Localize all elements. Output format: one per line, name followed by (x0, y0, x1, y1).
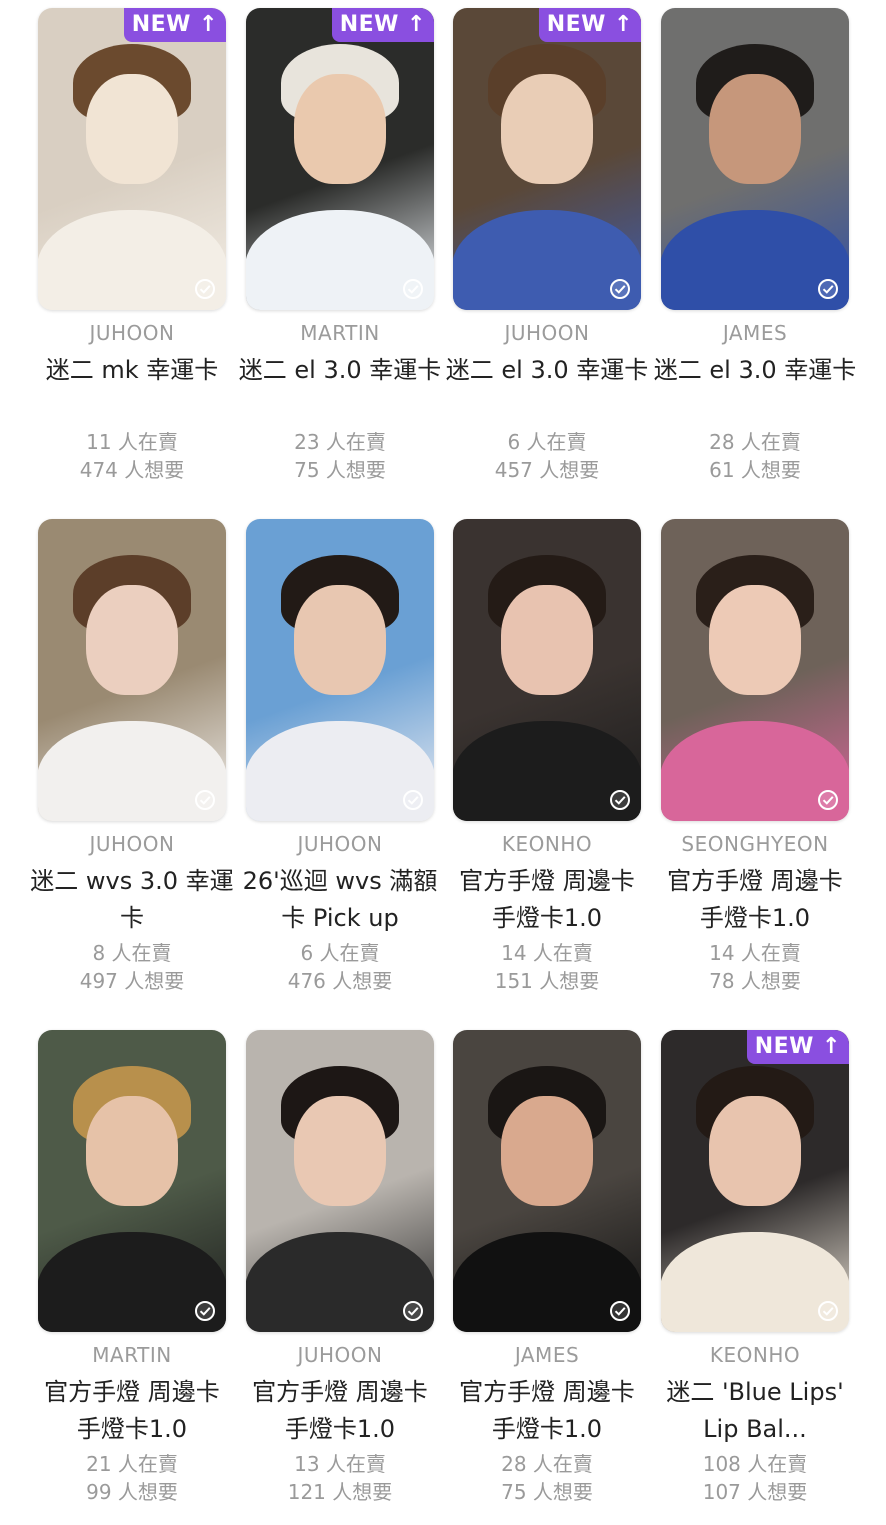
check-circle-icon[interactable] (609, 278, 631, 300)
card-title: 迷二 wvs 3.0 幸運卡 (30, 867, 234, 932)
wants-count: 151 人想要 (494, 969, 600, 993)
wants-count: 78 人想要 (709, 969, 801, 993)
photocard-image: NEW ↑ (453, 8, 641, 310)
new-badge: NEW ↑ (331, 8, 434, 42)
sellers-count: 6 人在賣 (507, 430, 587, 454)
check-circle-icon[interactable] (609, 1300, 631, 1322)
wants-count: 99 人想要 (86, 1480, 178, 1504)
member-name: JUHOON (89, 321, 175, 345)
check-circle-icon[interactable] (194, 1300, 216, 1322)
member-name: JAMES (722, 321, 788, 345)
wants-count: 61 人想要 (709, 458, 801, 482)
card-title: 官方手燈 周邊卡 手燈卡1.0 (459, 1378, 635, 1443)
card-title: 官方手燈 周邊卡 手燈卡1.0 (44, 1378, 220, 1443)
card-title: 官方手燈 周邊卡 手燈卡1.0 (667, 867, 843, 932)
new-badge: NEW ↑ (123, 8, 226, 42)
check-circle-icon[interactable] (194, 278, 216, 300)
sellers-count: 8 人在賣 (92, 941, 172, 965)
wants-count: 107 人想要 (702, 1480, 808, 1504)
sellers-count: 11 人在賣 (86, 430, 178, 454)
wants-count: 75 人想要 (501, 1480, 593, 1504)
check-circle-icon[interactable] (817, 1300, 839, 1322)
card-title: 迷二 el 3.0 幸運卡 (653, 356, 857, 384)
photocard-image: NEW ↑ (661, 1030, 849, 1332)
member-name: JUHOON (504, 321, 590, 345)
member-name: JUHOON (297, 832, 383, 856)
sellers-count: 14 人在賣 (709, 941, 801, 965)
photocard-grid: NEW ↑ JUHOON 迷二 mk 幸運卡 11 人在賣 474 人想要 NE… (0, 0, 886, 1525)
wants-count: 75 人想要 (294, 458, 386, 482)
sellers-count: 28 人在賣 (709, 430, 801, 454)
card-title: 官方手燈 周邊卡 手燈卡1.0 (459, 867, 635, 932)
photocard-image (246, 1030, 434, 1332)
card-title: 官方手燈 周邊卡 手燈卡1.0 (252, 1378, 428, 1443)
sellers-count: 21 人在賣 (86, 1452, 178, 1476)
wants-count: 121 人想要 (287, 1480, 393, 1504)
sellers-count: 13 人在賣 (294, 1452, 386, 1476)
check-circle-icon[interactable] (817, 789, 839, 811)
check-circle-icon[interactable] (402, 1300, 424, 1322)
photocard-image (38, 1030, 226, 1332)
member-name: JAMES (514, 1343, 580, 1367)
wants-count: 474 人想要 (79, 458, 185, 482)
member-name: JUHOON (297, 1343, 383, 1367)
sellers-count: 28 人在賣 (501, 1452, 593, 1476)
sellers-count: 23 人在賣 (294, 430, 386, 454)
check-circle-icon[interactable] (402, 789, 424, 811)
new-badge: NEW ↑ (538, 8, 641, 42)
card-title: 迷二 el 3.0 幸運卡 (238, 356, 442, 384)
photocard-image: NEW ↑ (246, 8, 434, 310)
check-circle-icon[interactable] (609, 789, 631, 811)
check-circle-icon[interactable] (194, 789, 216, 811)
sellers-count: 14 人在賣 (501, 941, 593, 965)
card-title: 迷二 el 3.0 幸運卡 (445, 356, 649, 384)
photocard-image (661, 519, 849, 821)
wants-count: 476 人想要 (287, 969, 393, 993)
member-name: JUHOON (89, 832, 175, 856)
sellers-count: 108 人在賣 (702, 1452, 808, 1476)
wants-count: 497 人想要 (79, 969, 185, 993)
photocard-image (453, 519, 641, 821)
card-title: 26'巡迴 wvs 滿額卡 Pick up (242, 867, 438, 932)
new-badge: NEW ↑ (746, 1030, 849, 1064)
photocard-image (246, 519, 434, 821)
photocard-image (661, 8, 849, 310)
photocard-image (453, 1030, 641, 1332)
member-name: KEONHO (501, 832, 593, 856)
member-name: MARTIN (92, 1343, 172, 1367)
member-name: KEONHO (709, 1343, 801, 1367)
photocard-image: NEW ↑ (38, 8, 226, 310)
check-circle-icon[interactable] (817, 278, 839, 300)
wants-count: 457 人想要 (494, 458, 600, 482)
photocard-image (38, 519, 226, 821)
card-title: 迷二 mk 幸運卡 (45, 356, 219, 384)
sellers-count: 6 人在賣 (300, 941, 380, 965)
check-circle-icon[interactable] (402, 278, 424, 300)
member-name: MARTIN (300, 321, 380, 345)
member-name: SEONGHYEON (681, 832, 829, 856)
card-title: 迷二 'Blue Lips' Lip Bal... (666, 1378, 844, 1443)
